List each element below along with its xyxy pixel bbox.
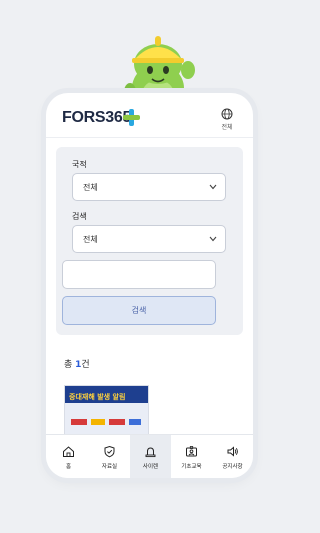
tab-basic-education[interactable]: 기초교육 bbox=[171, 435, 212, 478]
keyword-input[interactable] bbox=[62, 260, 216, 289]
tab-notice[interactable]: 공지사항 bbox=[212, 435, 253, 478]
result-count: 총 1건 bbox=[64, 357, 90, 370]
card-graphic-block bbox=[129, 419, 141, 425]
siren-icon bbox=[145, 447, 156, 458]
search-type-select-value: 전체 bbox=[83, 235, 98, 244]
card-title: 중대재해 발생 알림 bbox=[69, 393, 126, 401]
nationality-select[interactable]: 전체 bbox=[72, 173, 226, 201]
card-graphic-block bbox=[71, 419, 87, 425]
tab-siren[interactable]: 사이렌 bbox=[130, 435, 171, 478]
plus-cross-icon bbox=[123, 109, 140, 126]
home-icon bbox=[63, 446, 74, 457]
tab-notice-label: 공지사항 bbox=[222, 464, 243, 470]
bottom-tab-bar: 홈 자료실 사이렌 기초교육 공지사항 bbox=[46, 434, 253, 478]
language-selector-label[interactable]: 전체 bbox=[210, 122, 244, 131]
tab-home[interactable]: 홈 bbox=[48, 435, 89, 478]
search-type-label: 검색 bbox=[72, 212, 87, 221]
tab-home-label: 홈 bbox=[65, 464, 72, 470]
tab-library-label: 자료실 bbox=[101, 464, 118, 470]
nationality-select-value: 전체 bbox=[83, 183, 98, 192]
chevron-down-icon bbox=[209, 184, 217, 190]
tab-library[interactable]: 자료실 bbox=[89, 435, 130, 478]
speaker-icon bbox=[227, 446, 238, 457]
card-graphic-block bbox=[109, 419, 125, 425]
nationality-label: 국적 bbox=[72, 160, 87, 169]
result-count-prefix: 총 bbox=[64, 360, 73, 370]
id-card-icon bbox=[186, 446, 197, 457]
app-header: FORS365 전체 bbox=[46, 93, 253, 138]
tab-siren-label: 사이렌 bbox=[142, 464, 159, 470]
search-type-select[interactable]: 전체 bbox=[72, 225, 226, 253]
chevron-down-icon bbox=[209, 236, 217, 242]
card-graphic-block bbox=[91, 419, 105, 425]
tab-basic-education-label: 기초교육 bbox=[181, 464, 202, 470]
phone-frame: FORS365 전체 국적 전체 검색 전체 검색 총 1건 중대재해 발생 알… bbox=[46, 93, 253, 478]
result-count-suffix: 건 bbox=[81, 360, 90, 370]
shield-icon bbox=[104, 445, 115, 458]
search-button[interactable]: 검색 bbox=[62, 296, 216, 325]
app-logo: FORS365 bbox=[62, 109, 132, 126]
card-banner: 중대재해 발생 알림 bbox=[65, 386, 148, 403]
globe-icon[interactable] bbox=[221, 108, 233, 120]
